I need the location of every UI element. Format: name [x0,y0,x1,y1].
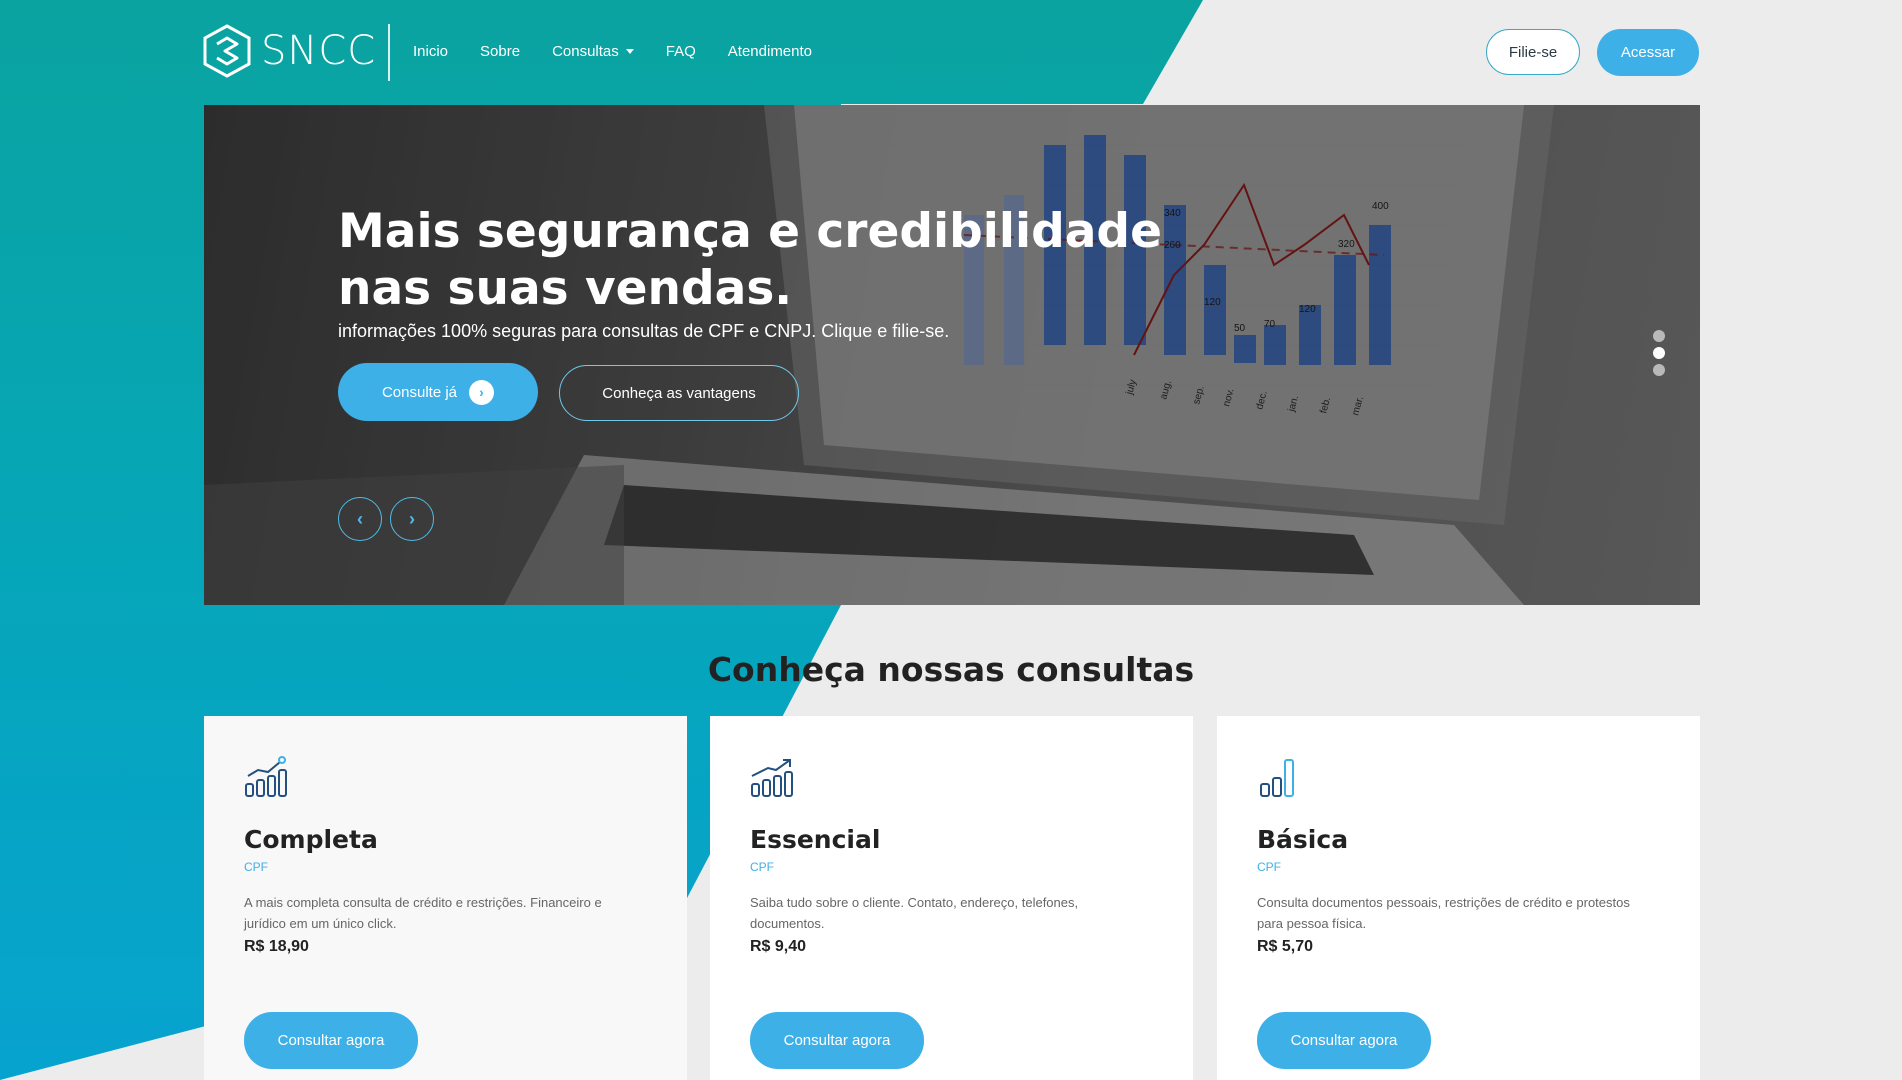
sncc-logo-icon [203,24,251,78]
caret-down-icon [625,49,634,54]
chart-trend-icon [751,759,793,797]
consultar-agora-button[interactable]: Consultar agora [1257,1012,1431,1069]
nav-item-faq[interactable]: FAQ [666,43,696,60]
card-description: A mais completa consulta de crédito e re… [244,895,602,931]
card-description: Consulta documentos pessoais, restrições… [1257,895,1630,931]
header-divider [388,24,390,81]
nav-item-consultas[interactable]: Consultas [552,43,634,60]
carousel-dot-2[interactable] [1653,347,1665,359]
main-nav: Inicio Sobre Consultas FAQ Atendimento [413,43,844,60]
chevron-right-icon: › [409,508,415,529]
consultar-agora-button[interactable]: Consultar agora [750,1012,924,1069]
card-tag: CPF [244,860,268,874]
card-title: Essencial [750,825,881,854]
section-title: Conheça nossas consultas [707,650,1195,689]
card-essencial: Essencial CPF Saiba tudo sobre o cliente… [710,716,1193,1080]
card-basica: Básica CPF Consulta documentos pessoais,… [1217,716,1700,1080]
chevron-left-icon: ‹ [357,508,363,529]
card-tag: CPF [1257,860,1281,874]
bar-chart-icon [1260,759,1294,797]
carousel-dot-1[interactable] [1653,330,1665,342]
card-price: R$ 18,90 [244,938,309,955]
card-price: R$ 5,70 [1257,938,1314,955]
carousel-dot-3[interactable] [1653,364,1665,376]
brand-name: SNCC [261,28,377,74]
slider-prev-button[interactable]: ‹ [338,497,382,541]
card-title: Básica [1257,825,1349,854]
card-description: Saiba tudo sobre o cliente. Contato, end… [750,895,1079,931]
logo[interactable]: SNCC [203,24,376,78]
slider-next-button[interactable]: › [390,497,434,541]
hero-subtitle: informações 100% seguras para consultas … [338,321,950,341]
nav-item-sobre[interactable]: Sobre [480,43,520,60]
arrow-right-icon: › [469,379,495,405]
consultar-agora-button[interactable]: Consultar agora [244,1012,418,1069]
acessar-button[interactable]: Acessar [1597,29,1699,76]
hero-carousel: 120 50 70 120 260 340 320 400 july aug. … [204,105,1700,605]
card-tag: CPF [750,860,774,874]
card-price: R$ 9,40 [750,938,807,955]
carousel-indicators [1653,330,1665,376]
chart-growth-icon [245,756,287,797]
consulte-ja-button[interactable]: Consulte já › [338,363,538,421]
card-completa: Completa CPF A mais completa consulta de… [204,716,687,1080]
hero-title: Mais segurança e credibilidade nas suas … [338,204,1162,316]
consulte-ja-label: Consulte já [381,383,458,401]
card-title: Completa [244,825,378,854]
filie-se-button[interactable]: Filie-se [1486,29,1580,75]
nav-item-inicio[interactable]: Inicio [413,43,448,60]
conheca-vantagens-button[interactable]: Conheça as vantagens [559,365,799,421]
nav-item-consultas-label: Consultas [552,43,619,60]
site-header: SNCC Inicio Sobre Consultas FAQ Atendime… [0,0,1902,104]
nav-item-atendimento[interactable]: Atendimento [728,43,812,60]
